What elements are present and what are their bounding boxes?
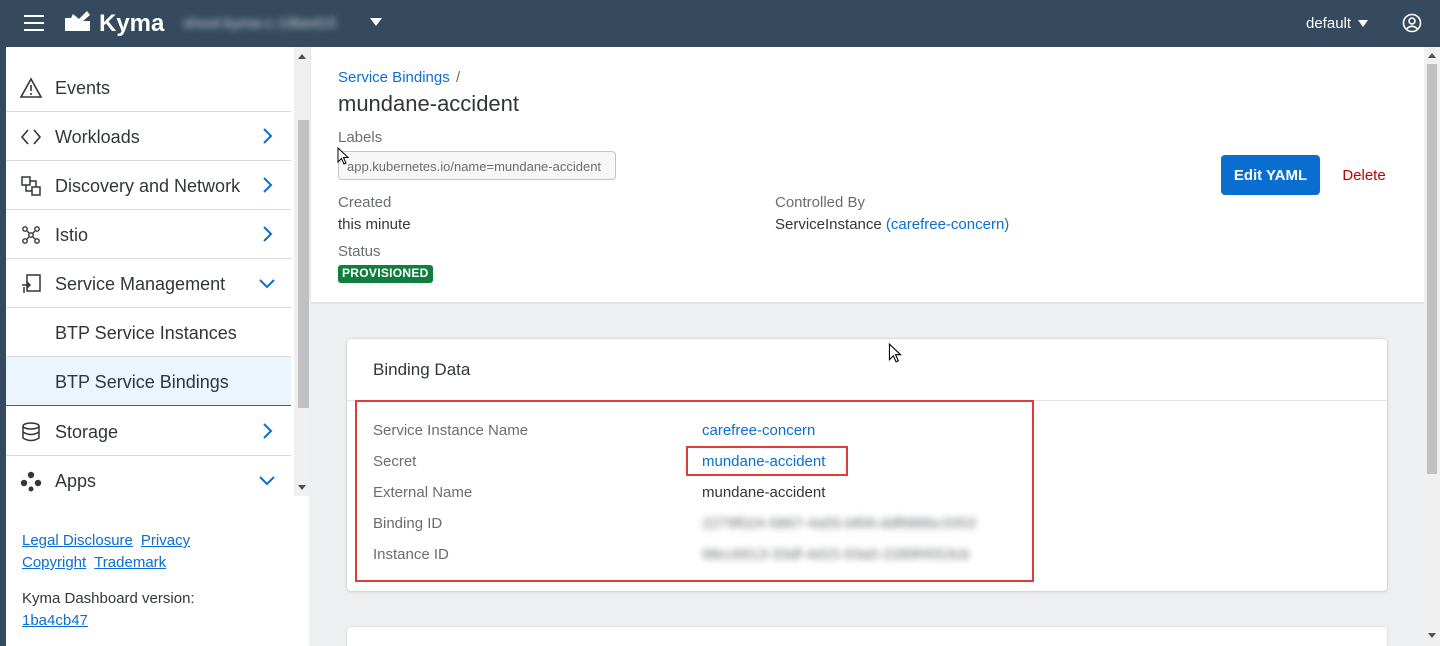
- service-management-icon: [22, 274, 41, 293]
- sidebar-item-service-management[interactable]: Service Management: [6, 259, 291, 308]
- sidebar-item-label: Discovery and Network: [55, 176, 241, 196]
- sidebar-item-label: BTP Service Instances: [55, 323, 237, 343]
- mouse-cursor-icon: [337, 147, 349, 165]
- status-badge: PROVISIONED: [338, 265, 433, 283]
- sidebar-item-label: Apps: [55, 471, 97, 491]
- created-value: this minute: [338, 216, 411, 233]
- version-label: Kyma Dashboard version:: [22, 590, 195, 607]
- scroll-down-icon[interactable]: [1428, 633, 1436, 638]
- code-brackets-icon: [20, 129, 42, 145]
- trademark-link[interactable]: Trademark: [94, 554, 166, 571]
- chevron-down-icon[interactable]: [258, 471, 276, 489]
- sidebar-item-label: Storage: [55, 422, 119, 442]
- user-account-icon[interactable]: [1402, 13, 1422, 33]
- chevron-right-icon[interactable]: [258, 176, 276, 194]
- binding-data-card: Binding Data Service Instance Name caref…: [347, 339, 1387, 591]
- scroll-down-icon[interactable]: [298, 485, 306, 490]
- highlight-box-secret: [686, 446, 848, 476]
- sidebar-item-btp-service-instances[interactable]: BTP Service Instances: [6, 308, 291, 357]
- cluster-name[interactable]: shoot-kyma-c-19bed15: [183, 15, 336, 32]
- resource-header: Service Bindings / mundane-accident Labe…: [311, 47, 1424, 302]
- storage-icon: [22, 422, 40, 442]
- created-caption: Created: [338, 194, 392, 211]
- sidebar-item-apps[interactable]: Apps: [6, 456, 291, 505]
- highlight-box-outer: [355, 400, 1034, 582]
- version-link[interactable]: 1ba4cb47: [22, 612, 88, 629]
- label-token: app.kubernetes.io/name=mundane-accident: [338, 151, 616, 180]
- sidebar-item-btp-service-bindings[interactable]: BTP Service Bindings: [6, 357, 291, 406]
- page-title: mundane-accident: [338, 91, 520, 116]
- warning-triangle-icon: [20, 77, 42, 98]
- sidebar-item-label: Istio: [55, 225, 89, 245]
- sidebar-scroll-thumb[interactable]: [298, 120, 309, 408]
- shell-bar: Kyma shoot-kyma-c-19bed15 default: [0, 0, 1440, 47]
- controlled-by-caption: Controlled By: [775, 194, 866, 211]
- hamburger-menu-icon[interactable]: [24, 15, 44, 31]
- chevron-right-icon[interactable]: [258, 422, 276, 440]
- delete-button[interactable]: Delete: [1329, 155, 1399, 195]
- sidebar-item-workloads[interactable]: Workloads: [6, 112, 291, 161]
- namespace-selector[interactable]: default: [1306, 15, 1351, 32]
- network-icon: [21, 176, 41, 196]
- card-title: Binding Data: [373, 360, 471, 379]
- status-caption: Status: [338, 243, 381, 260]
- sidebar-item-label: BTP Service Bindings: [55, 372, 229, 392]
- chevron-down-icon[interactable]: [258, 274, 276, 292]
- controlled-by-value: ServiceInstance (carefree-concern): [775, 216, 1009, 233]
- sidebar-item-storage[interactable]: Storage: [6, 407, 291, 456]
- brand-name[interactable]: Kyma: [99, 10, 164, 38]
- sidebar-item-istio[interactable]: Istio: [6, 210, 291, 259]
- sidebar-item-events[interactable]: Events: [6, 63, 291, 112]
- copyright-link[interactable]: Copyright: [22, 554, 86, 571]
- scroll-up-icon[interactable]: [298, 54, 306, 59]
- legal-disclosure-link[interactable]: Legal Disclosure: [22, 532, 133, 549]
- apps-icon: [20, 471, 42, 492]
- edit-yaml-button[interactable]: Edit YAML: [1221, 155, 1320, 195]
- namespace-dropdown-icon[interactable]: [1358, 20, 1368, 27]
- mouse-cursor-icon: [888, 343, 902, 363]
- breadcrumb-service-bindings[interactable]: Service Bindings: [338, 69, 450, 86]
- scroll-up-icon[interactable]: [1428, 53, 1436, 58]
- content-scrollbar[interactable]: [1424, 47, 1440, 646]
- istio-mesh-icon: [22, 226, 40, 244]
- kyma-logo-icon: [65, 11, 90, 31]
- controlled-by-link[interactable]: (carefree-concern): [886, 216, 1009, 233]
- chevron-right-icon[interactable]: [258, 127, 276, 145]
- privacy-link[interactable]: Privacy: [141, 532, 190, 549]
- sidebar: Events Workloads Discovery and Network I…: [0, 47, 309, 646]
- footer-links: Legal Disclosure Privacy Copyright Tradema…: [22, 530, 198, 574]
- chevron-right-icon[interactable]: [258, 225, 276, 243]
- sidebar-item-discovery-network[interactable]: Discovery and Network: [6, 161, 291, 210]
- breadcrumb-separator: /: [456, 69, 461, 86]
- content-scroll-thumb[interactable]: [1427, 64, 1437, 474]
- sidebar-item-label: Service Management: [55, 274, 226, 294]
- next-card: [347, 627, 1387, 646]
- sidebar-item-label: Workloads: [55, 127, 140, 147]
- controlled-by-kind: ServiceInstance: [775, 216, 882, 233]
- cluster-dropdown-icon[interactable]: [370, 18, 382, 26]
- sidebar-item-label: Events: [55, 78, 111, 98]
- labels-caption: Labels: [338, 129, 383, 146]
